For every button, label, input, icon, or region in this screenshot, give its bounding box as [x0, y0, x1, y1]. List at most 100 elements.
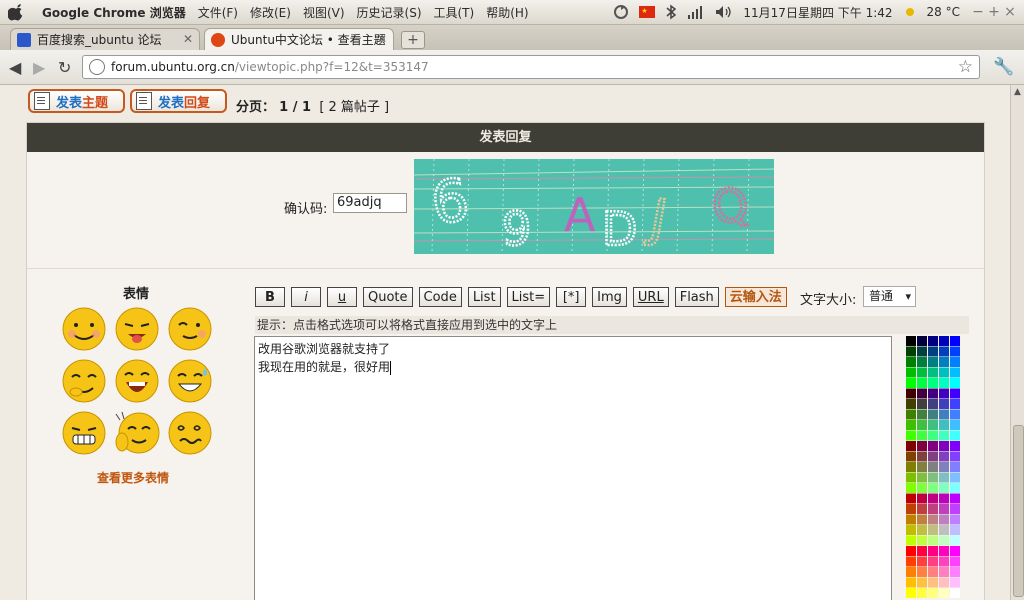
menu-help[interactable]: 帮助(H): [486, 4, 528, 21]
color-swatch[interactable]: [917, 420, 927, 430]
color-swatch[interactable]: [950, 567, 960, 577]
color-swatch[interactable]: [928, 525, 938, 535]
color-swatch[interactable]: [928, 378, 938, 388]
color-swatch[interactable]: [917, 535, 927, 546]
color-swatch[interactable]: [928, 577, 938, 588]
message-textarea[interactable]: 改用谷歌浏览器就支持了 我现在用的就是，很好用: [254, 336, 892, 600]
color-swatch[interactable]: [906, 336, 916, 346]
color-swatch[interactable]: [950, 451, 960, 462]
color-swatch[interactable]: [950, 514, 960, 525]
smiley-giggle-icon[interactable]: [61, 358, 107, 404]
color-swatch[interactable]: [928, 483, 938, 493]
color-swatch[interactable]: [917, 472, 927, 483]
color-swatch[interactable]: [917, 525, 927, 535]
more-smileys-link[interactable]: 查看更多表情: [97, 469, 169, 486]
color-swatch[interactable]: [939, 567, 949, 577]
bold-button[interactable]: B: [255, 287, 285, 307]
color-swatch[interactable]: [950, 556, 960, 567]
color-swatch[interactable]: [928, 514, 938, 525]
color-swatch[interactable]: [939, 451, 949, 462]
color-swatch[interactable]: [939, 514, 949, 525]
color-swatch[interactable]: [928, 399, 938, 409]
list-button[interactable]: List: [467, 287, 501, 307]
color-swatch[interactable]: [950, 430, 960, 441]
color-swatch[interactable]: [950, 504, 960, 514]
signal-icon[interactable]: [687, 5, 705, 19]
color-swatch[interactable]: [917, 577, 927, 588]
color-swatch[interactable]: [950, 525, 960, 535]
color-swatch[interactable]: [906, 451, 916, 462]
color-swatch[interactable]: [906, 441, 916, 451]
clock[interactable]: 11月17日星期四 下午 1:42: [743, 4, 892, 21]
color-swatch[interactable]: [917, 378, 927, 388]
minimize-icon[interactable]: −: [970, 4, 986, 20]
menu-view[interactable]: 视图(V): [303, 4, 345, 21]
maximize-icon[interactable]: +: [986, 4, 1002, 20]
color-swatch[interactable]: [939, 388, 949, 399]
color-swatch[interactable]: [917, 451, 927, 462]
color-swatch[interactable]: [917, 346, 927, 357]
color-swatch[interactable]: [950, 409, 960, 420]
color-swatch[interactable]: [939, 420, 949, 430]
color-swatch[interactable]: [950, 493, 960, 504]
color-swatch[interactable]: [928, 556, 938, 567]
color-swatch[interactable]: [917, 336, 927, 346]
color-swatch[interactable]: [950, 357, 960, 367]
color-swatch[interactable]: [906, 378, 916, 388]
color-swatch[interactable]: [906, 472, 916, 483]
color-swatch[interactable]: [906, 556, 916, 567]
smiley-salute-icon[interactable]: [114, 410, 160, 456]
app-name[interactable]: Google Chrome 浏览器: [42, 4, 186, 21]
color-swatch[interactable]: [928, 493, 938, 504]
color-swatch[interactable]: [939, 472, 949, 483]
color-swatch[interactable]: [939, 441, 949, 451]
color-swatch[interactable]: [950, 336, 960, 346]
color-swatch[interactable]: [906, 514, 916, 525]
menu-file[interactable]: 文件(F): [198, 4, 238, 21]
code-button[interactable]: Code: [418, 287, 462, 307]
color-swatch[interactable]: [917, 388, 927, 399]
cloud-ime-button[interactable]: 云输入法: [724, 287, 787, 307]
color-swatch[interactable]: [928, 430, 938, 441]
color-swatch[interactable]: [906, 525, 916, 535]
color-swatch[interactable]: [928, 388, 938, 399]
url-button[interactable]: URL: [632, 287, 669, 307]
color-swatch[interactable]: [950, 472, 960, 483]
italic-button[interactable]: i: [291, 287, 321, 307]
color-swatch[interactable]: [928, 462, 938, 472]
tab-baidu[interactable]: 百度搜索_ubuntu 论坛 ✕: [10, 28, 200, 50]
img-button[interactable]: Img: [592, 287, 627, 307]
color-swatch[interactable]: [939, 535, 949, 546]
color-swatch[interactable]: [950, 367, 960, 378]
color-swatch[interactable]: [906, 504, 916, 514]
color-swatch[interactable]: [906, 388, 916, 399]
close-icon[interactable]: ×: [1002, 4, 1018, 20]
post-topic-button[interactable]: 发表 主题: [28, 89, 125, 113]
color-swatch[interactable]: [917, 441, 927, 451]
list-item-button[interactable]: [*]: [556, 287, 587, 307]
color-swatch[interactable]: [939, 588, 949, 598]
smiley-smile-icon[interactable]: [61, 306, 107, 352]
flash-button[interactable]: Flash: [674, 287, 719, 307]
color-swatch[interactable]: [939, 483, 949, 493]
color-swatch[interactable]: [906, 462, 916, 472]
color-swatch[interactable]: [950, 388, 960, 399]
list-ordered-button[interactable]: List=: [506, 287, 551, 307]
color-swatch[interactable]: [906, 399, 916, 409]
color-swatch[interactable]: [906, 420, 916, 430]
color-swatch[interactable]: [950, 346, 960, 357]
color-swatch[interactable]: [906, 588, 916, 598]
color-swatch[interactable]: [939, 409, 949, 420]
bookmark-star-icon[interactable]: ☆: [958, 57, 973, 77]
bluetooth-icon[interactable]: [665, 4, 677, 20]
color-swatch[interactable]: [928, 451, 938, 462]
color-swatch[interactable]: [939, 367, 949, 378]
color-swatch[interactable]: [928, 409, 938, 420]
color-swatch[interactable]: [928, 441, 938, 451]
color-swatch[interactable]: [950, 462, 960, 472]
menu-edit[interactable]: 修改(E): [250, 4, 291, 21]
volume-icon[interactable]: [715, 5, 733, 19]
color-swatch[interactable]: [917, 567, 927, 577]
color-swatch[interactable]: [939, 546, 949, 556]
color-swatch[interactable]: [939, 493, 949, 504]
